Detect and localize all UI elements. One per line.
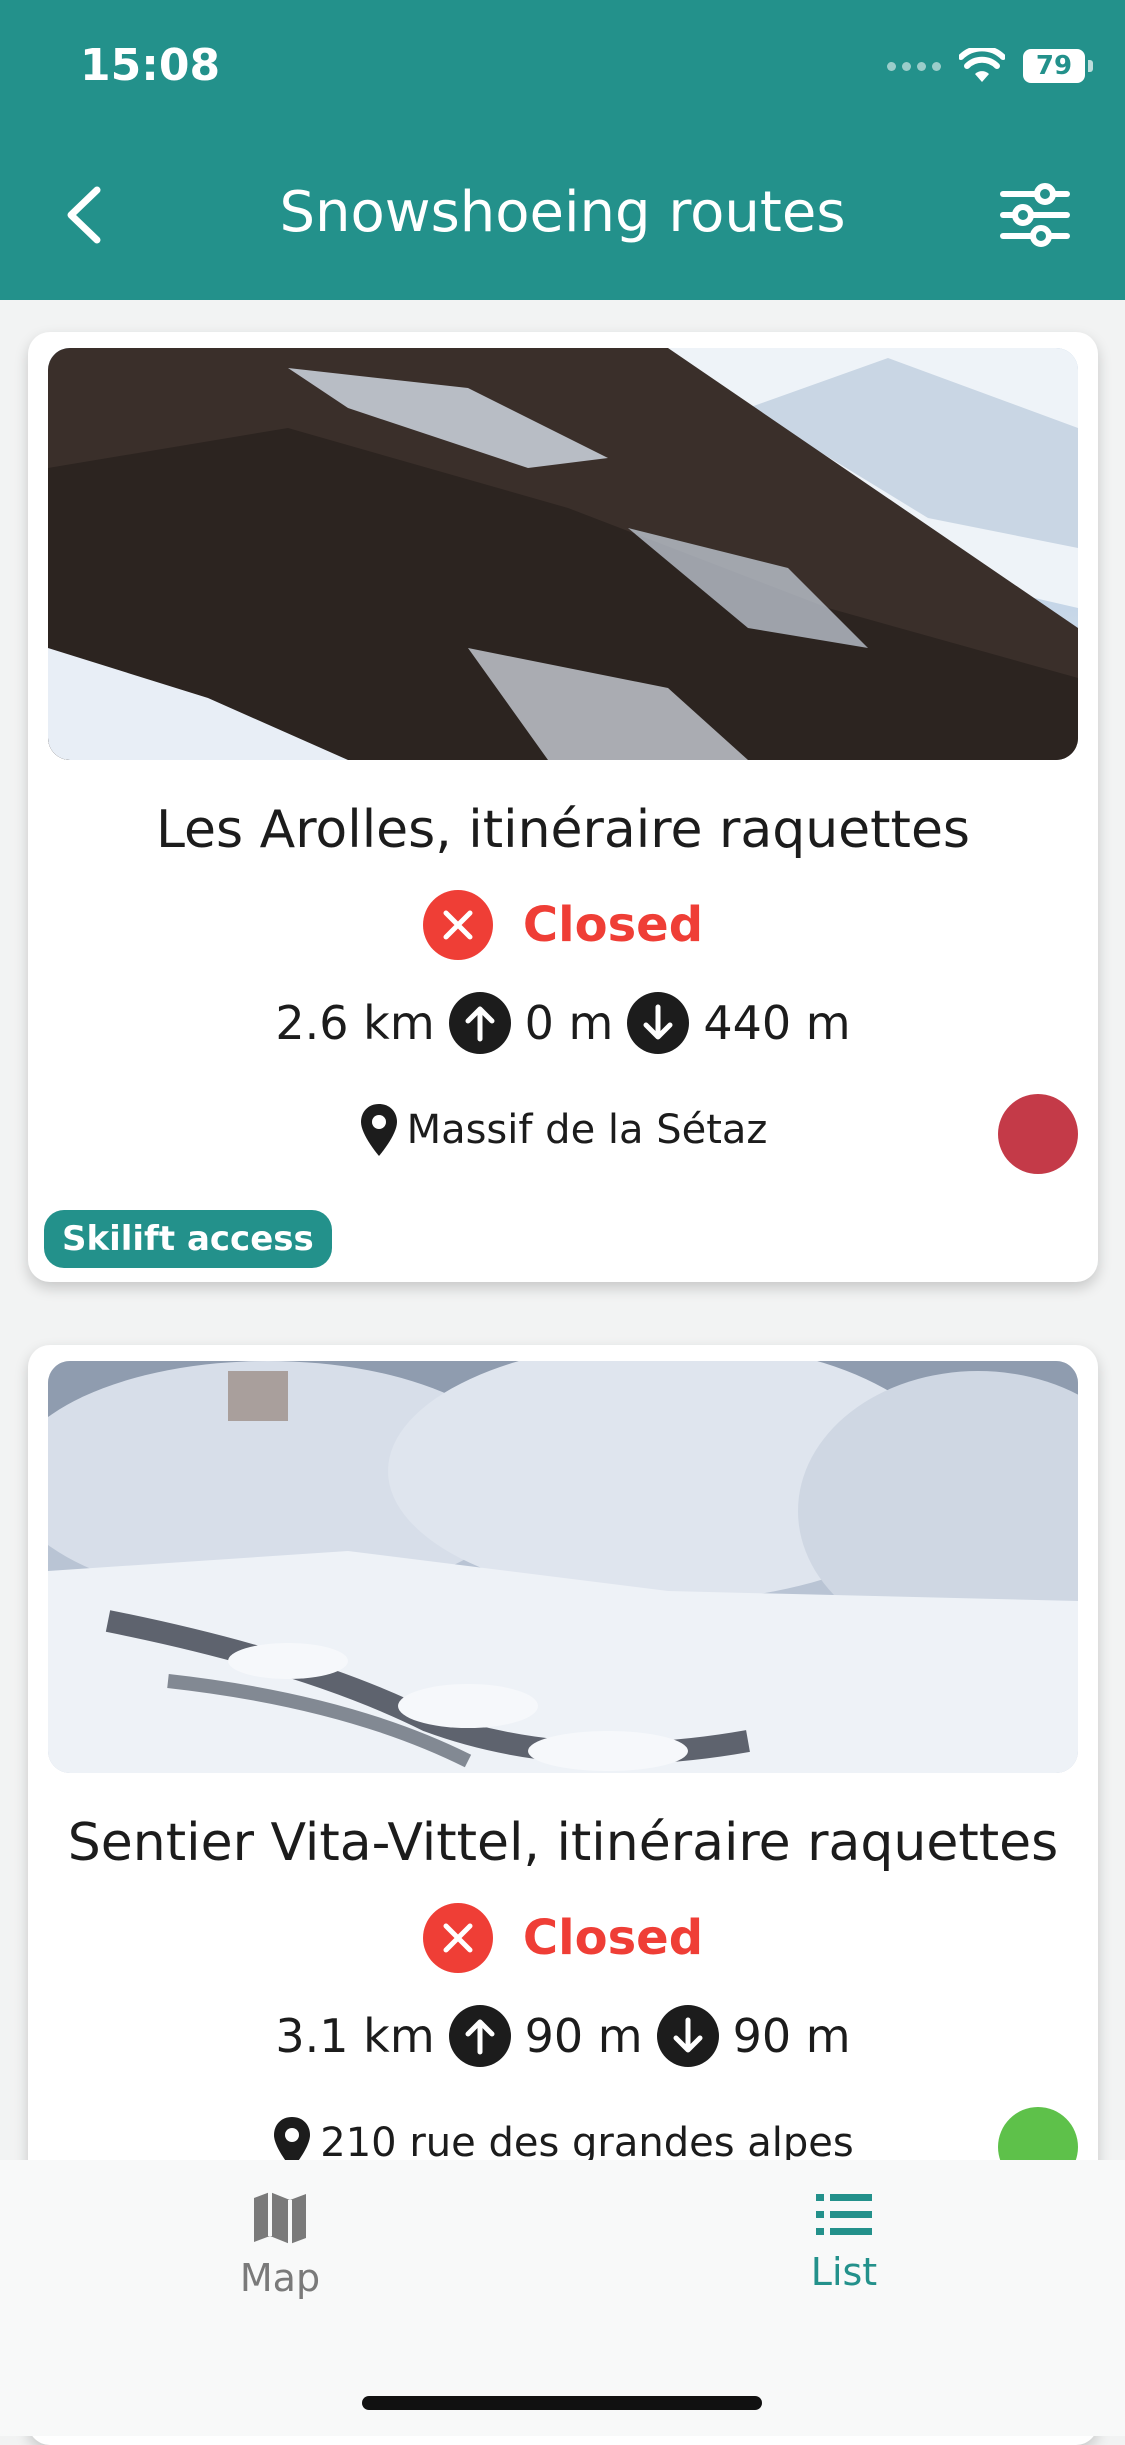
- descent-icon: [656, 2005, 719, 2067]
- status-indicators: 79: [887, 48, 1093, 84]
- app-header: 15:08 79 Snowshoeing routes: [0, 0, 1125, 300]
- filter-button[interactable]: [995, 180, 1075, 250]
- tab-list[interactable]: List: [694, 2188, 994, 2294]
- battery-icon: 79: [1023, 49, 1093, 83]
- wifi-icon: [959, 48, 1005, 82]
- route-location: Massif de la Sétaz: [28, 1102, 1098, 1158]
- route-photo: [48, 348, 1078, 760]
- ascent-value: 0 m: [524, 996, 614, 1050]
- map-pin-icon: [360, 1104, 397, 1156]
- map-icon: [254, 2192, 306, 2244]
- status-text: Closed: [522, 1910, 704, 1966]
- route-title: Sentier Vita-Vittel, itinéraire raquette…: [67, 1813, 1059, 1873]
- skilift-access-tag: Skilift access: [44, 1210, 332, 1268]
- bottom-tab-bar: Map List: [0, 2160, 1125, 2436]
- distance-value: 3.1 km: [275, 2009, 435, 2063]
- tab-list-label: List: [810, 2250, 878, 2294]
- descent-value: 440 m: [703, 996, 851, 1050]
- difficulty-dot: [998, 1094, 1078, 1174]
- closed-icon: [422, 890, 493, 960]
- route-status: Closed: [28, 890, 1098, 960]
- location-text: Massif de la Sétaz: [406, 1107, 768, 1153]
- descent-icon: [627, 992, 690, 1054]
- home-indicator: [362, 2396, 762, 2410]
- tab-map-label: Map: [239, 2256, 321, 2300]
- route-stats: 2.6 km 0 m 440 m: [28, 992, 1098, 1054]
- signal-icon: [887, 61, 941, 71]
- ascent-icon: [448, 992, 511, 1054]
- closed-icon: [422, 1903, 493, 1973]
- route-title: Les Arolles, itinéraire raquettes: [155, 800, 971, 860]
- page-title: Snowshoeing routes: [279, 180, 846, 245]
- route-photo: [48, 1361, 1078, 1773]
- status-text: Closed: [522, 897, 704, 953]
- list-icon: [816, 2194, 872, 2235]
- status-time: 15:08: [80, 40, 221, 91]
- ascent-icon: [448, 2005, 511, 2067]
- distance-value: 2.6 km: [275, 996, 435, 1050]
- route-stats: 3.1 km 90 m 90 m: [28, 2005, 1098, 2067]
- descent-value: 90 m: [732, 2009, 851, 2063]
- tab-map[interactable]: Map: [130, 2188, 430, 2300]
- route-status: Closed: [28, 1903, 1098, 1973]
- route-card[interactable]: Les Arolles, itinéraire raquettes Closed…: [28, 332, 1098, 1282]
- ascent-value: 90 m: [524, 2009, 643, 2063]
